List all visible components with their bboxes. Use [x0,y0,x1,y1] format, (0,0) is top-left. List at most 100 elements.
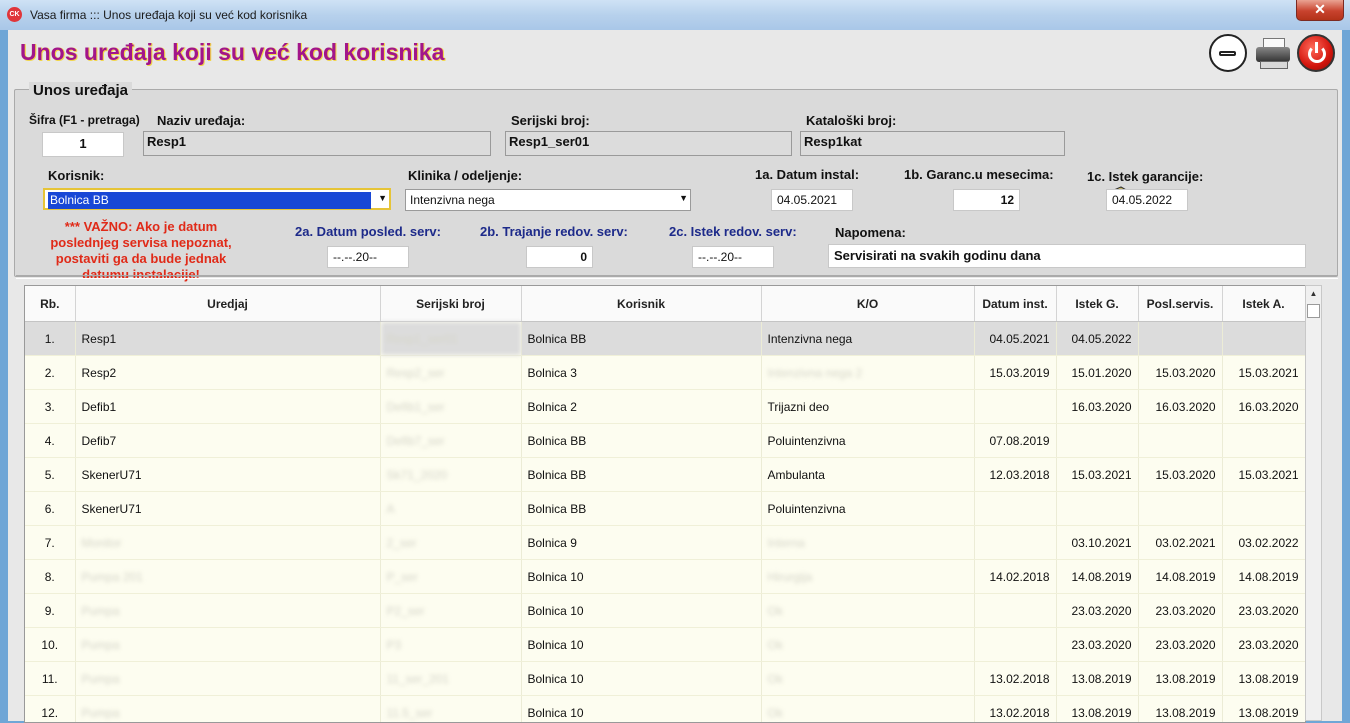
cell-istek-a[interactable]: 13.08.2019 [1222,662,1305,696]
cell-korisnik[interactable]: Bolnica 10 [521,696,761,723]
cell-korisnik[interactable]: Bolnica 10 [521,662,761,696]
cell-ko[interactable]: Intenzivna nega [761,322,974,356]
cell-datum[interactable]: 07.08.2019 [974,424,1056,458]
datum-instal-input[interactable]: 04.05.2021 [771,189,853,211]
cell-ko[interactable]: Intenzivna nega 2 [761,356,974,390]
trajanje-input[interactable]: 0 [526,246,593,268]
cell-ko[interactable]: Ok [761,628,974,662]
cell-serijski[interactable]: P3 [380,628,521,662]
cell-istek-a[interactable]: 14.08.2019 [1222,560,1305,594]
cell-istek-g[interactable]: 13.08.2019 [1056,662,1138,696]
cell-ko[interactable]: Ok [761,662,974,696]
cell-posl[interactable]: 15.03.2020 [1138,356,1222,390]
cell-ko[interactable]: Trijazni deo [761,390,974,424]
cell-uredjaj[interactable]: Monitor [75,526,380,560]
col-datum-inst[interactable]: Datum inst. [974,286,1056,322]
table-row[interactable]: 7.Monitor2_serBolnica 9Interna03.10.2021… [25,526,1305,560]
col-korisnik[interactable]: Korisnik [521,286,761,322]
cell-serijski[interactable]: 11_ser_201 [380,662,521,696]
printer-icon[interactable] [1255,34,1291,70]
cell-serijski[interactable]: Resp2_ser [380,356,521,390]
cell-serijski[interactable]: Resp1_ser01 [380,322,521,356]
cell-serijski[interactable]: A [380,492,521,526]
cell-istek-g[interactable]: 16.03.2020 [1056,390,1138,424]
cell-datum[interactable] [974,390,1056,424]
cell-datum[interactable]: 13.02.2018 [974,696,1056,723]
cell-uredjaj[interactable]: Defib7 [75,424,380,458]
chevron-down-icon[interactable]: ▼ [378,193,387,203]
cell-rb[interactable]: 7. [25,526,75,560]
cell-ko[interactable]: Interna [761,526,974,560]
cell-istek-a[interactable]: 23.03.2020 [1222,594,1305,628]
cell-uredjaj[interactable]: SkenerU71 [75,458,380,492]
cell-uredjaj[interactable]: SkenerU71 [75,492,380,526]
cell-rb[interactable]: 5. [25,458,75,492]
power-icon[interactable] [1297,34,1335,72]
cell-uredjaj[interactable]: Pumpa [75,696,380,723]
devices-table[interactable]: Rb. Uredjaj Serijski broj Korisnik K/O D… [24,285,1306,723]
cell-istek-a[interactable]: 23.03.2020 [1222,628,1305,662]
cell-uredjaj[interactable]: Pumpa 201 [75,560,380,594]
cell-korisnik[interactable]: Bolnica 9 [521,526,761,560]
table-row[interactable]: 3.Defib1Defib1_serBolnica 2Trijazni deo1… [25,390,1305,424]
cell-istek-a[interactable] [1222,322,1305,356]
table-row[interactable]: 8.Pumpa 201P_serBolnica 10Hirurgija14.02… [25,560,1305,594]
cell-rb[interactable]: 9. [25,594,75,628]
cell-istek-g[interactable]: 13.08.2019 [1056,696,1138,723]
cell-serijski[interactable]: Defib1_ser [380,390,521,424]
scroll-thumb[interactable] [1307,304,1320,318]
cell-serijski[interactable]: 2_ser [380,526,521,560]
serijski-field[interactable]: Resp1_ser01 [505,131,792,156]
cell-rb[interactable]: 12. [25,696,75,723]
col-posl-servis[interactable]: Posl.servis. [1138,286,1222,322]
cell-istek-a[interactable]: 03.02.2022 [1222,526,1305,560]
cell-posl[interactable]: 13.08.2019 [1138,662,1222,696]
cell-uredjaj[interactable]: Resp1 [75,322,380,356]
table-row[interactable]: 2.Resp2Resp2_serBolnica 3Intenzivna nega… [25,356,1305,390]
cell-istek-g[interactable]: 15.01.2020 [1056,356,1138,390]
cell-uredjaj[interactable]: Defib1 [75,390,380,424]
cell-datum[interactable]: 15.03.2019 [974,356,1056,390]
table-row[interactable]: 1.Resp1Resp1_ser01Bolnica BBIntenzivna n… [25,322,1305,356]
cell-uredjaj[interactable]: Pumpa [75,594,380,628]
cell-rb[interactable]: 1. [25,322,75,356]
cell-istek-a[interactable] [1222,492,1305,526]
cell-korisnik[interactable]: Bolnica 10 [521,594,761,628]
scroll-up-icon[interactable]: ▲ [1306,286,1321,302]
cell-istek-a[interactable]: 16.03.2020 [1222,390,1305,424]
cell-rb[interactable]: 6. [25,492,75,526]
cell-uredjaj[interactable]: Pumpa [75,662,380,696]
cell-posl[interactable] [1138,322,1222,356]
cell-rb[interactable]: 8. [25,560,75,594]
cell-ko[interactable]: Ambulanta [761,458,974,492]
istek-garancije-input[interactable]: 04.05.2022 [1106,189,1188,211]
cell-datum[interactable]: 12.03.2018 [974,458,1056,492]
cell-ko[interactable]: Poluintenzivna [761,424,974,458]
cell-korisnik[interactable]: Bolnica BB [521,458,761,492]
cell-rb[interactable]: 2. [25,356,75,390]
klinika-select[interactable]: Intenzivna nega ▼ [405,189,691,211]
korisnik-select[interactable]: Bolnica BB ▼ [43,188,391,210]
cell-posl[interactable]: 03.02.2021 [1138,526,1222,560]
minimize-icon[interactable] [1209,34,1247,72]
cell-posl[interactable]: 23.03.2020 [1138,628,1222,662]
cell-serijski[interactable]: 11.5_ser [380,696,521,723]
cell-korisnik[interactable]: Bolnica BB [521,424,761,458]
cell-uredjaj[interactable]: Pumpa [75,628,380,662]
cell-posl[interactable]: 14.08.2019 [1138,560,1222,594]
cell-posl[interactable] [1138,424,1222,458]
cell-datum[interactable]: 14.02.2018 [974,560,1056,594]
cell-rb[interactable]: 3. [25,390,75,424]
cell-istek-g[interactable]: 23.03.2020 [1056,628,1138,662]
cell-istek-g[interactable] [1056,492,1138,526]
cell-uredjaj[interactable]: Resp2 [75,356,380,390]
cell-serijski[interactable]: Sk71_2020 [380,458,521,492]
cell-korisnik[interactable]: Bolnica 10 [521,560,761,594]
napomena-input[interactable]: Servisirati na svakih godinu dana [828,244,1306,268]
window-close-button[interactable]: ✕ [1296,0,1344,21]
cell-istek-g[interactable] [1056,424,1138,458]
istek-redov-input[interactable]: --.--.20-- [692,246,774,268]
col-istek-g[interactable]: Istek G. [1056,286,1138,322]
table-row[interactable]: 10.PumpaP3Bolnica 10Ok23.03.202023.03.20… [25,628,1305,662]
cell-ko[interactable]: Hirurgija [761,560,974,594]
